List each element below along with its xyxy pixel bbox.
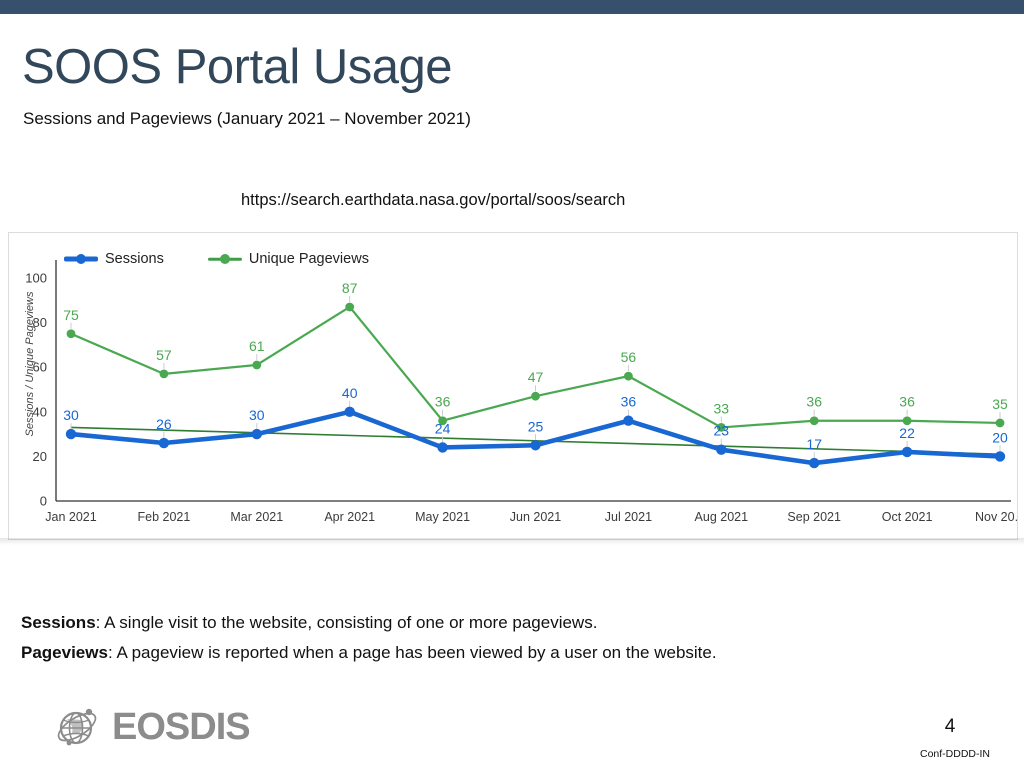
data-point[interactable] — [65, 428, 77, 440]
data-point[interactable] — [809, 416, 819, 426]
portal-url-text: https://search.earthdata.nasa.gov/portal… — [241, 191, 626, 209]
globe-satellite-icon — [57, 708, 97, 746]
eosdis-logo-text: EOSDIS — [112, 706, 251, 748]
data-label: 57 — [156, 347, 172, 363]
data-label: 40 — [342, 385, 358, 401]
y-tick-label: 20 — [33, 449, 47, 464]
data-point[interactable] — [530, 440, 541, 451]
data-point[interactable] — [901, 446, 913, 458]
x-tick-label: Mar 2021 — [230, 510, 283, 524]
data-point[interactable] — [251, 428, 262, 440]
data-label: 24 — [435, 420, 451, 436]
chart-panel-shadow — [0, 538, 1024, 545]
data-point[interactable] — [624, 371, 633, 381]
chart-panel: Sessions Unique Pageviews Sessions / Uni… — [8, 232, 1019, 540]
data-label: 47 — [528, 369, 544, 385]
x-tick-label: Jun 2021 — [510, 510, 561, 524]
data-point[interactable] — [995, 418, 1005, 428]
data-label: 25 — [528, 418, 544, 434]
conference-code: Conf-DDDD-IN — [919, 748, 990, 760]
x-tick-label: Aug 2021 — [695, 510, 749, 524]
data-label: 20 — [992, 429, 1008, 445]
definition-text-sessions: : A single visit to the website, consist… — [95, 613, 598, 632]
definition-term-sessions: Sessions — [21, 613, 96, 632]
data-label: 17 — [806, 436, 822, 452]
x-tick-label: Feb 2021 — [137, 510, 190, 524]
series-unique-pageviews: 75 57 61 87 36 47 56 33 36 36 35 — [63, 280, 1008, 432]
data-label: 33 — [714, 400, 730, 416]
x-tick-label: Oct 2021 — [882, 510, 933, 524]
data-point[interactable] — [623, 415, 634, 426]
definition-text-pageviews: : A pageview is reported when a page has… — [107, 643, 717, 662]
data-point[interactable] — [716, 444, 727, 455]
y-tick-label: 0 — [40, 494, 47, 509]
definition-pageviews: Pageviews: A pageview is reported when a… — [21, 638, 941, 668]
data-label: 36 — [806, 394, 822, 410]
x-tick-label: Apr 2021 — [324, 510, 375, 524]
page-subtitle: Sessions and Pageviews (January 2021 – N… — [23, 109, 471, 128]
eosdis-logo: EOSDIS — [52, 702, 251, 752]
definition-term-pageviews: Pageviews — [21, 643, 108, 662]
data-label: 75 — [63, 307, 79, 323]
data-point[interactable] — [66, 329, 76, 339]
data-label: 87 — [342, 280, 358, 296]
data-label: 23 — [714, 423, 730, 439]
data-point[interactable] — [344, 406, 355, 417]
line-chart-plot: 0 20 40 60 80 100 Jan 2021 Feb 2021 Mar 2021 Apr … — [25, 260, 1019, 524]
x-tick-label: May 2021 — [415, 510, 470, 524]
data-label: 35 — [992, 396, 1008, 412]
data-point[interactable] — [159, 369, 169, 379]
data-point[interactable] — [252, 360, 262, 370]
definition-sessions: Sessions: A single visit to the website,… — [21, 608, 941, 638]
data-point[interactable] — [994, 451, 1006, 462]
data-point[interactable] — [158, 437, 170, 449]
data-label: 36 — [435, 394, 451, 410]
data-label: 36 — [621, 394, 637, 410]
x-tick-label: Jul 2021 — [605, 510, 652, 524]
y-tick-label: 60 — [33, 360, 47, 375]
y-tick-label: 80 — [33, 315, 47, 330]
data-label: 30 — [249, 407, 265, 423]
data-label: 56 — [621, 349, 637, 365]
data-label: 26 — [156, 416, 172, 432]
x-tick-label: Nov 20... — [975, 510, 1019, 524]
data-point[interactable] — [345, 302, 355, 312]
definitions-block: Sessions: A single visit to the website,… — [21, 608, 941, 668]
page-number: 4 — [944, 716, 956, 737]
y-tick-label: 100 — [25, 271, 47, 286]
data-label: 36 — [899, 394, 915, 410]
top-accent-bar — [0, 0, 1024, 14]
x-tick-label: Sep 2021 — [787, 510, 841, 524]
data-point[interactable] — [437, 442, 448, 453]
data-label: 61 — [249, 338, 265, 354]
y-tick-label: 40 — [33, 404, 47, 419]
data-point[interactable] — [809, 457, 820, 469]
data-point[interactable] — [902, 416, 912, 426]
data-label: 22 — [899, 425, 915, 441]
data-label: 30 — [63, 407, 79, 423]
page-title: SOOS Portal Usage — [22, 40, 452, 94]
data-point[interactable] — [531, 391, 540, 401]
x-tick-label: Jan 2021 — [45, 510, 96, 524]
